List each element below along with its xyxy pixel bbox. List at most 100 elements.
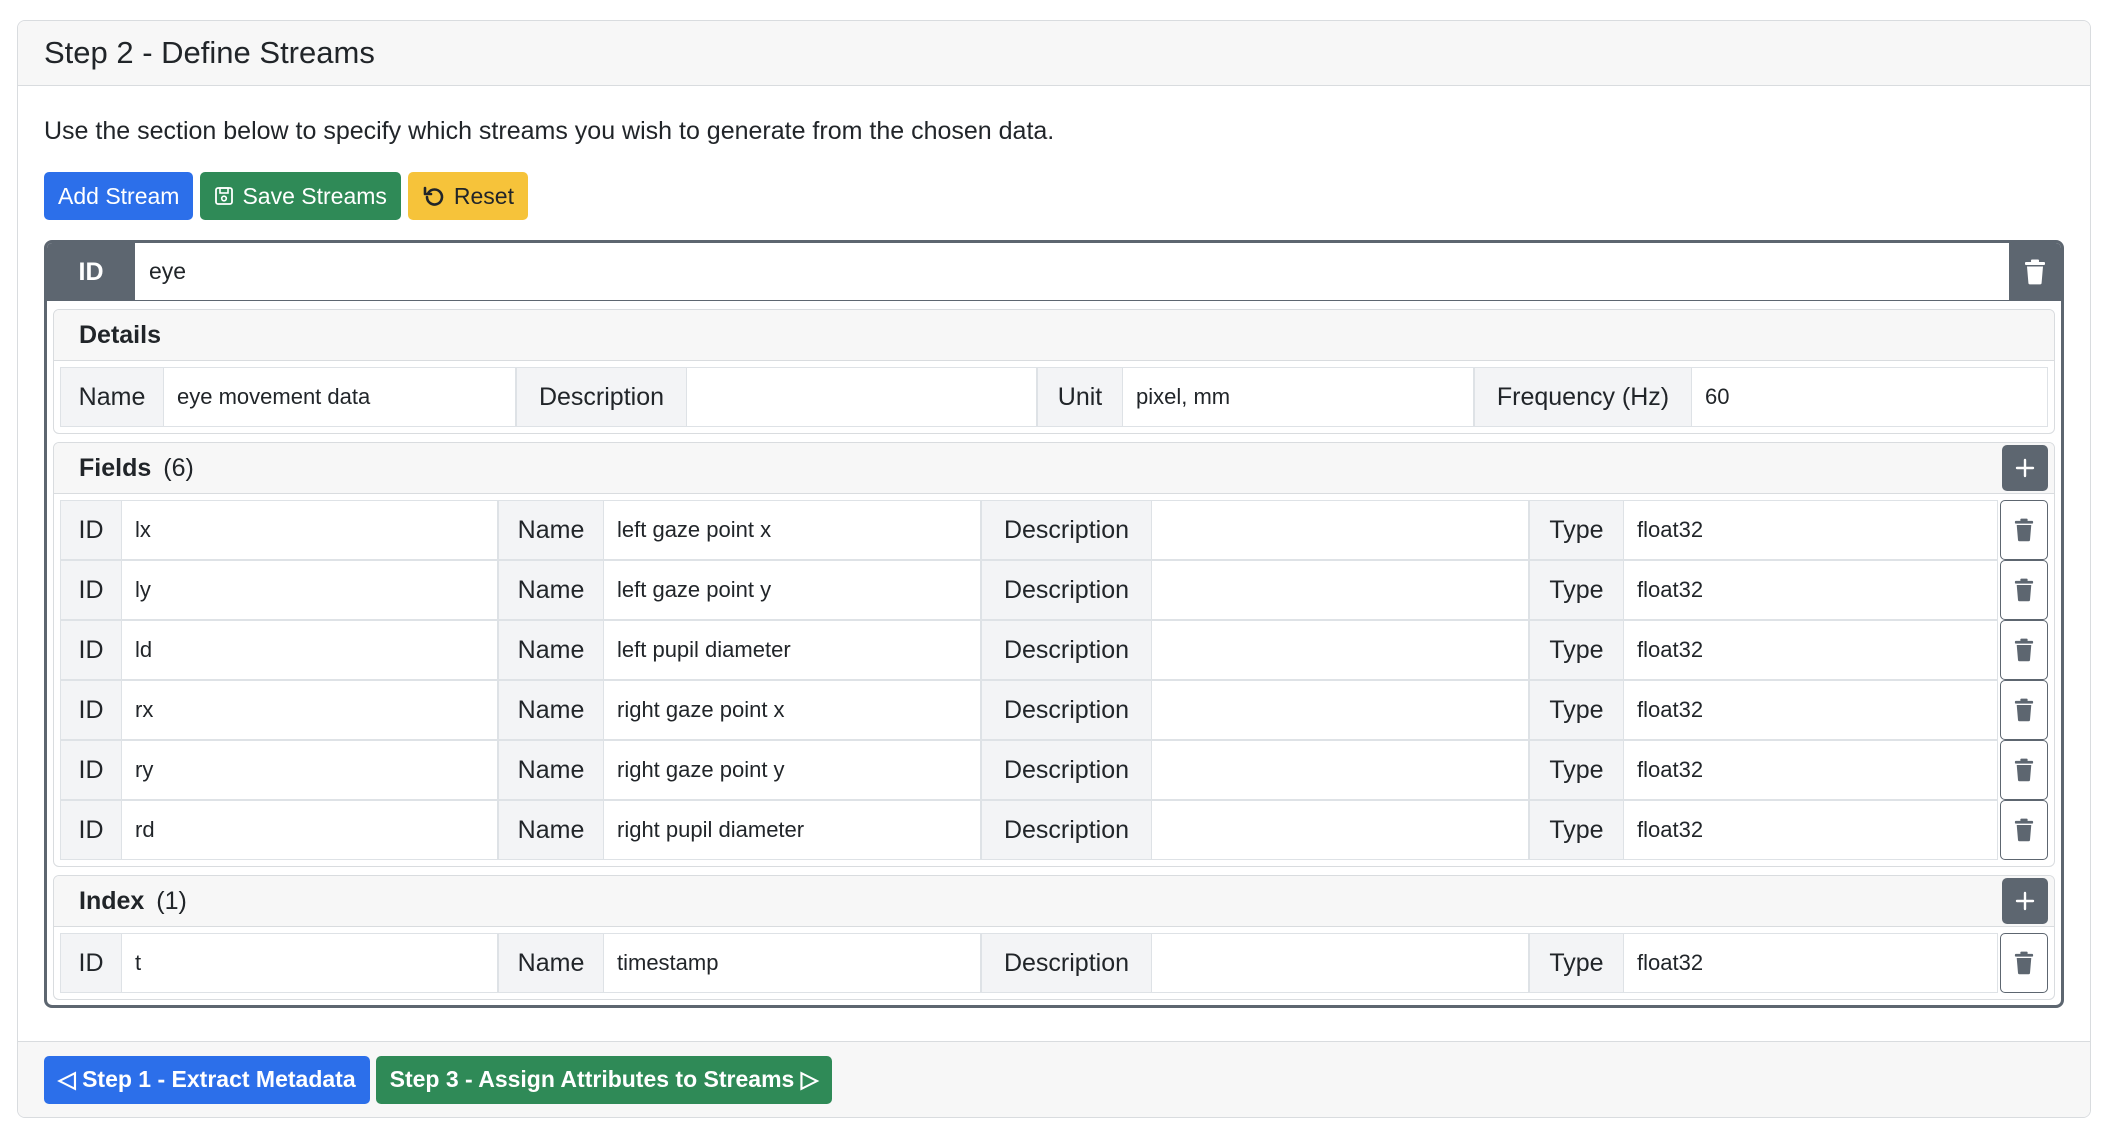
fields-title: Fields <box>79 453 152 482</box>
field-description-input[interactable] <box>1152 740 1529 800</box>
trash-icon <box>2014 578 2034 602</box>
save-streams-button[interactable]: Save Streams <box>200 172 401 220</box>
field-name-label: Name <box>498 933 604 993</box>
field-name-input[interactable]: right gaze point x <box>604 680 981 740</box>
card-footer: ◁ Step 1 - Extract Metadata Step 3 - Ass… <box>18 1041 2090 1117</box>
field-name-label: Name <box>498 800 604 860</box>
field-description-input[interactable] <box>1152 933 1529 993</box>
field-id-input[interactable]: ly <box>122 560 498 620</box>
fields-body: ID lx Name left gaze point x Description Type… <box>54 494 2054 866</box>
step3-button[interactable]: Step 3 - Assign Attributes to Streams ▷ <box>375 1055 833 1104</box>
table-row: ID lx Name left gaze point x Description Type… <box>60 500 2048 560</box>
trash-icon <box>2014 818 2034 842</box>
stream-id-label: ID <box>47 243 135 301</box>
add-index-button[interactable] <box>2002 878 2048 924</box>
field-description-input[interactable] <box>1152 500 1529 560</box>
field-name-input[interactable]: timestamp <box>604 933 981 993</box>
field-type-input[interactable]: float32 <box>1624 800 1998 860</box>
field-id-input[interactable]: ry <box>122 740 498 800</box>
field-description-label: Description <box>981 500 1152 560</box>
card-header: Step 2 - Define Streams <box>18 21 2090 86</box>
trash-icon <box>2024 259 2046 285</box>
details-section: Details Name eye movement data Descripti… <box>53 309 2055 434</box>
delete-field-button[interactable] <box>2000 560 2048 620</box>
delete-field-button[interactable] <box>2000 620 2048 680</box>
field-id-label: ID <box>60 680 122 740</box>
delete-field-button[interactable] <box>2000 680 2048 740</box>
delete-field-button[interactable] <box>2000 500 2048 560</box>
table-row: ID ry Name right gaze point y Description Typ… <box>60 740 2048 800</box>
field-name-label: Name <box>498 620 604 680</box>
trash-icon <box>2014 758 2034 782</box>
trash-icon <box>2014 698 2034 722</box>
step1-button[interactable]: ◁ Step 1 - Extract Metadata <box>44 1055 370 1104</box>
field-description-input[interactable] <box>1152 800 1529 860</box>
table-row: ID rx Name right gaze point x Description Typ… <box>60 680 2048 740</box>
delete-stream-button[interactable] <box>2009 243 2061 301</box>
stream-id-row: ID <box>47 243 2061 301</box>
field-name-input[interactable]: right pupil diameter <box>604 800 981 860</box>
field-id-input[interactable]: t <box>122 933 498 993</box>
field-type-input[interactable]: float32 <box>1624 500 1998 560</box>
save-icon <box>214 186 234 206</box>
card-body: Use the section below to specify which s… <box>18 116 2090 1008</box>
field-type-input[interactable]: float32 <box>1624 933 1998 993</box>
field-type-input[interactable]: float32 <box>1624 680 1998 740</box>
details-title: Details <box>79 320 161 349</box>
intro-text: Use the section below to specify which s… <box>44 117 1055 145</box>
plus-icon <box>2015 458 2035 478</box>
fields-section: Fields (6) ID lx Name left gaze point x Desc… <box>53 442 2055 867</box>
field-id-label: ID <box>60 933 122 993</box>
add-field-button[interactable] <box>2002 445 2048 491</box>
delete-field-button[interactable] <box>2000 740 2048 800</box>
delete-field-button[interactable] <box>2000 933 2048 993</box>
field-description-input[interactable] <box>1152 560 1529 620</box>
field-description-label: Description <box>981 933 1152 993</box>
field-name-label: Name <box>498 500 604 560</box>
save-streams-label: Save Streams <box>242 182 387 209</box>
field-description-label: Description <box>981 560 1152 620</box>
field-description-input[interactable] <box>1152 620 1529 680</box>
details-description-input[interactable] <box>687 367 1037 427</box>
details-frequency-label: Frequency (Hz) <box>1474 367 1692 427</box>
index-count: (1) <box>156 886 187 915</box>
field-name-input[interactable]: left gaze point x <box>604 500 981 560</box>
index-header: Index (1) <box>54 876 2054 927</box>
field-type-input[interactable]: float32 <box>1624 620 1998 680</box>
stream-id-input[interactable] <box>135 243 2009 301</box>
details-frequency-input[interactable]: 60 <box>1692 367 2048 427</box>
field-description-input[interactable] <box>1152 680 1529 740</box>
field-name-input[interactable]: left gaze point y <box>604 560 981 620</box>
add-stream-button[interactable]: Add Stream <box>44 172 194 220</box>
field-description-label: Description <box>981 680 1152 740</box>
field-id-input[interactable]: ld <box>122 620 498 680</box>
trash-icon <box>2014 518 2034 542</box>
reset-icon <box>422 184 446 208</box>
field-name-input[interactable]: right gaze point y <box>604 740 981 800</box>
details-name-label: Name <box>60 367 164 427</box>
table-row: ID ld Name left pupil diameter Description Ty… <box>60 620 2048 680</box>
details-name-input[interactable]: eye movement data <box>164 367 516 427</box>
index-title: Index <box>79 886 145 915</box>
add-stream-label: Add Stream <box>58 182 180 209</box>
index-body: ID t Name timestamp Description Type float32 <box>54 927 2054 999</box>
delete-field-button[interactable] <box>2000 800 2048 860</box>
field-type-input[interactable]: float32 <box>1624 560 1998 620</box>
field-type-label: Type <box>1529 740 1624 800</box>
field-id-label: ID <box>60 800 122 860</box>
field-id-input[interactable]: rd <box>122 800 498 860</box>
field-type-label: Type <box>1529 933 1624 993</box>
field-name-input[interactable]: left pupil diameter <box>604 620 981 680</box>
field-id-label: ID <box>60 740 122 800</box>
field-id-input[interactable]: lx <box>122 500 498 560</box>
table-row: ID t Name timestamp Description Type float32 <box>60 933 2048 993</box>
details-row: Name eye movement data Description Unit … <box>60 367 2048 427</box>
field-name-label: Name <box>498 680 604 740</box>
field-id-input[interactable]: rx <box>122 680 498 740</box>
field-id-label: ID <box>60 500 122 560</box>
details-unit-input[interactable]: pixel, mm <box>1123 367 1474 427</box>
field-type-label: Type <box>1529 680 1624 740</box>
field-id-label: ID <box>60 560 122 620</box>
field-type-input[interactable]: float32 <box>1624 740 1998 800</box>
reset-button[interactable]: Reset <box>407 172 528 220</box>
